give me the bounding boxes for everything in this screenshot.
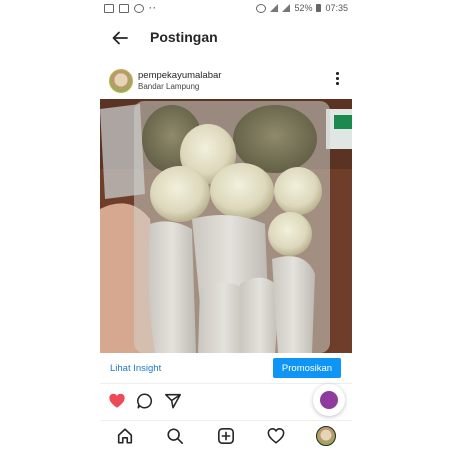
notification-icon: [119, 3, 129, 13]
arrow-left-icon[interactable]: [110, 28, 130, 48]
gallery-notification-icon: [104, 3, 114, 13]
search-icon[interactable]: [166, 427, 184, 445]
heart-outline-icon[interactable]: [267, 427, 285, 445]
home-icon[interactable]: [116, 427, 134, 445]
alarm-icon: [256, 3, 267, 13]
view-insights-link[interactable]: Lihat Insight: [110, 363, 161, 374]
profile-tab-avatar[interactable]: [316, 426, 336, 446]
app-header: Postingan: [100, 20, 352, 56]
sticker-icon: [320, 391, 338, 409]
story-shortcut-button[interactable]: [313, 384, 345, 416]
signal-icon: [282, 4, 291, 12]
wifi-icon: [270, 4, 279, 12]
post-actions: [100, 384, 352, 416]
app-notification-icon: [134, 3, 144, 13]
clock: 07:35: [325, 3, 348, 13]
more-vertical-icon[interactable]: [336, 72, 340, 88]
status-bar: ·· 52% 07:35: [100, 0, 352, 18]
page-title: Postingan: [150, 29, 218, 45]
phone-screen: ·· 52% 07:35 Postingan pempekayumalabar …: [100, 0, 352, 450]
post-username[interactable]: pempekayumalabar: [138, 70, 221, 81]
send-icon[interactable]: [164, 392, 182, 410]
insight-bar: Lihat Insight Promosikan: [100, 355, 352, 384]
post-header: pempekayumalabar Bandar Lampung: [100, 66, 352, 98]
heart-filled-icon[interactable]: [108, 392, 126, 410]
battery-percent: 52%: [294, 3, 313, 13]
post-photo[interactable]: [100, 99, 352, 353]
comment-icon[interactable]: [136, 392, 154, 410]
more-notifications: ··: [149, 3, 157, 13]
post-location[interactable]: Bandar Lampung: [138, 82, 199, 91]
bottom-nav: [100, 420, 352, 451]
avatar[interactable]: [109, 69, 133, 93]
battery-icon: [316, 4, 322, 12]
promote-button[interactable]: Promosikan: [273, 358, 341, 378]
plus-square-icon[interactable]: [217, 427, 235, 445]
post-image: [100, 99, 352, 353]
